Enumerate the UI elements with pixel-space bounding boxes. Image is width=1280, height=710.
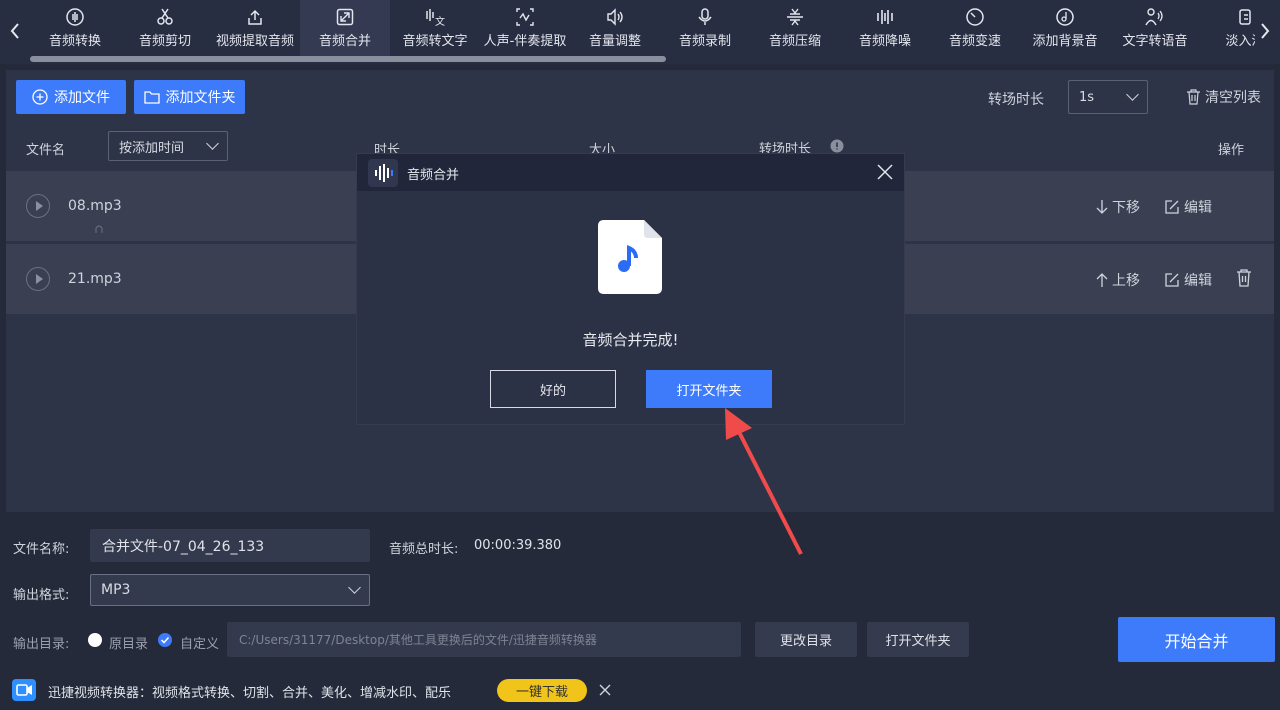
annotation-arrow-icon — [725, 408, 803, 555]
